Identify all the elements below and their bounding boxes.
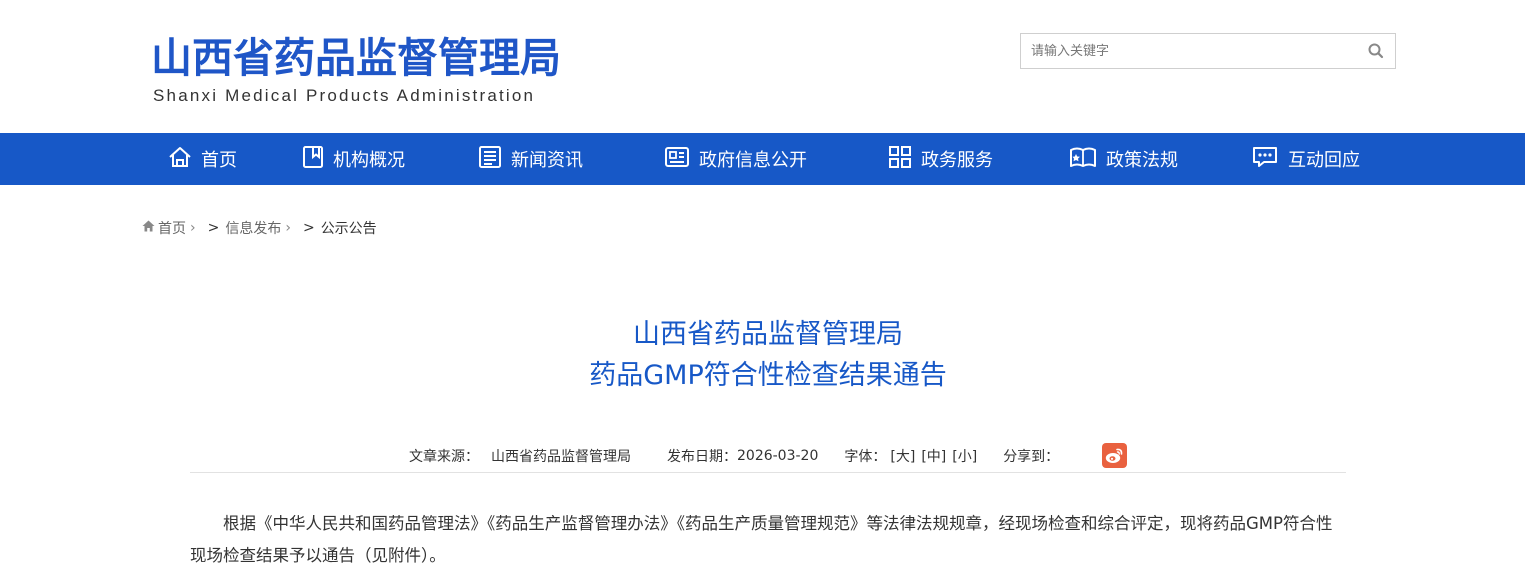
- breadcrumb-home[interactable]: 首页: [158, 218, 186, 238]
- article-meta: 文章来源： 山西省药品监督管理局 发布日期： 2026-03-20 字体： [大…: [409, 446, 1059, 466]
- grid-icon: [888, 145, 921, 174]
- nav-item-policy[interactable]: 政策法规: [1069, 133, 1178, 185]
- search-icon[interactable]: [1367, 42, 1385, 60]
- nav-label: 政务服务: [921, 150, 993, 171]
- nav-label: 新闻资讯: [511, 150, 583, 171]
- logo-chinese-name: 山西省药品监督管理局: [151, 34, 561, 82]
- book-icon: [1069, 145, 1106, 174]
- nav-label: 政策法规: [1106, 150, 1178, 171]
- date-label: 发布日期：: [667, 449, 737, 465]
- news-icon: [478, 145, 511, 174]
- search-input[interactable]: [1021, 34, 1361, 68]
- source-value: 山西省药品监督管理局: [491, 449, 631, 465]
- logo-english-name: Shanxi Medical Products Administration: [153, 86, 536, 105]
- date-value: 2026-03-20: [737, 448, 819, 464]
- nav-label: 政府信息公开: [699, 150, 807, 171]
- nav-label: 互动回应: [1288, 150, 1360, 171]
- main-nav: 首页 机构概况 新闻资讯 政府信息公开 政务服务 政策法规 互动回应: [0, 133, 1525, 185]
- nav-item-gov-info[interactable]: 政府信息公开: [664, 133, 807, 185]
- article-title-line1: 山西省药品监督管理局: [633, 319, 903, 350]
- chevron-right-icon: ›: [285, 220, 291, 236]
- nav-item-interaction[interactable]: 互动回应: [1251, 133, 1360, 185]
- nav-item-services[interactable]: 政务服务: [888, 133, 993, 185]
- chevron-right-icon: ›: [190, 220, 196, 236]
- article-title-line2: 药品GMP符合性检查结果通告: [589, 360, 947, 391]
- font-small-button[interactable]: [小]: [952, 446, 977, 466]
- weibo-share-icon[interactable]: [1102, 443, 1127, 468]
- nav-item-home[interactable]: 首页: [168, 133, 237, 185]
- nav-item-about[interactable]: 机构概况: [302, 133, 405, 185]
- breadcrumb-current: 公示公告: [320, 221, 377, 237]
- home-small-icon: [142, 220, 155, 236]
- breadcrumb-level1[interactable]: 信息发布: [225, 218, 281, 238]
- breadcrumb: 首页 › > 信息发布 › > 公示公告: [142, 218, 377, 238]
- font-large-button[interactable]: [大]: [890, 446, 915, 466]
- nav-label: 首页: [201, 150, 237, 171]
- nav-item-news[interactable]: 新闻资讯: [478, 133, 583, 185]
- source-label: 文章来源：: [409, 449, 479, 465]
- home-icon: [168, 145, 201, 174]
- chat-icon: [1251, 145, 1288, 174]
- font-medium-button[interactable]: [中]: [921, 446, 946, 466]
- id-card-icon: [664, 145, 699, 174]
- breadcrumb-arrow: >: [302, 220, 315, 236]
- site-logo[interactable]: 山西省药品监督管理局 Shanxi Medical Products Admin…: [151, 33, 561, 106]
- font-size-label: 字体：: [844, 449, 887, 465]
- bookmark-icon: [302, 145, 333, 174]
- breadcrumb-arrow: >: [207, 220, 220, 236]
- share-label: 分享到：: [1003, 449, 1060, 465]
- article-body: 根据《中华人民共和国药品管理法》《药品生产监督管理办法》《药品生产质量管理规范》…: [190, 514, 1333, 565]
- meta-divider: [190, 472, 1346, 473]
- search-box: [1020, 33, 1396, 69]
- nav-label: 机构概况: [333, 150, 405, 171]
